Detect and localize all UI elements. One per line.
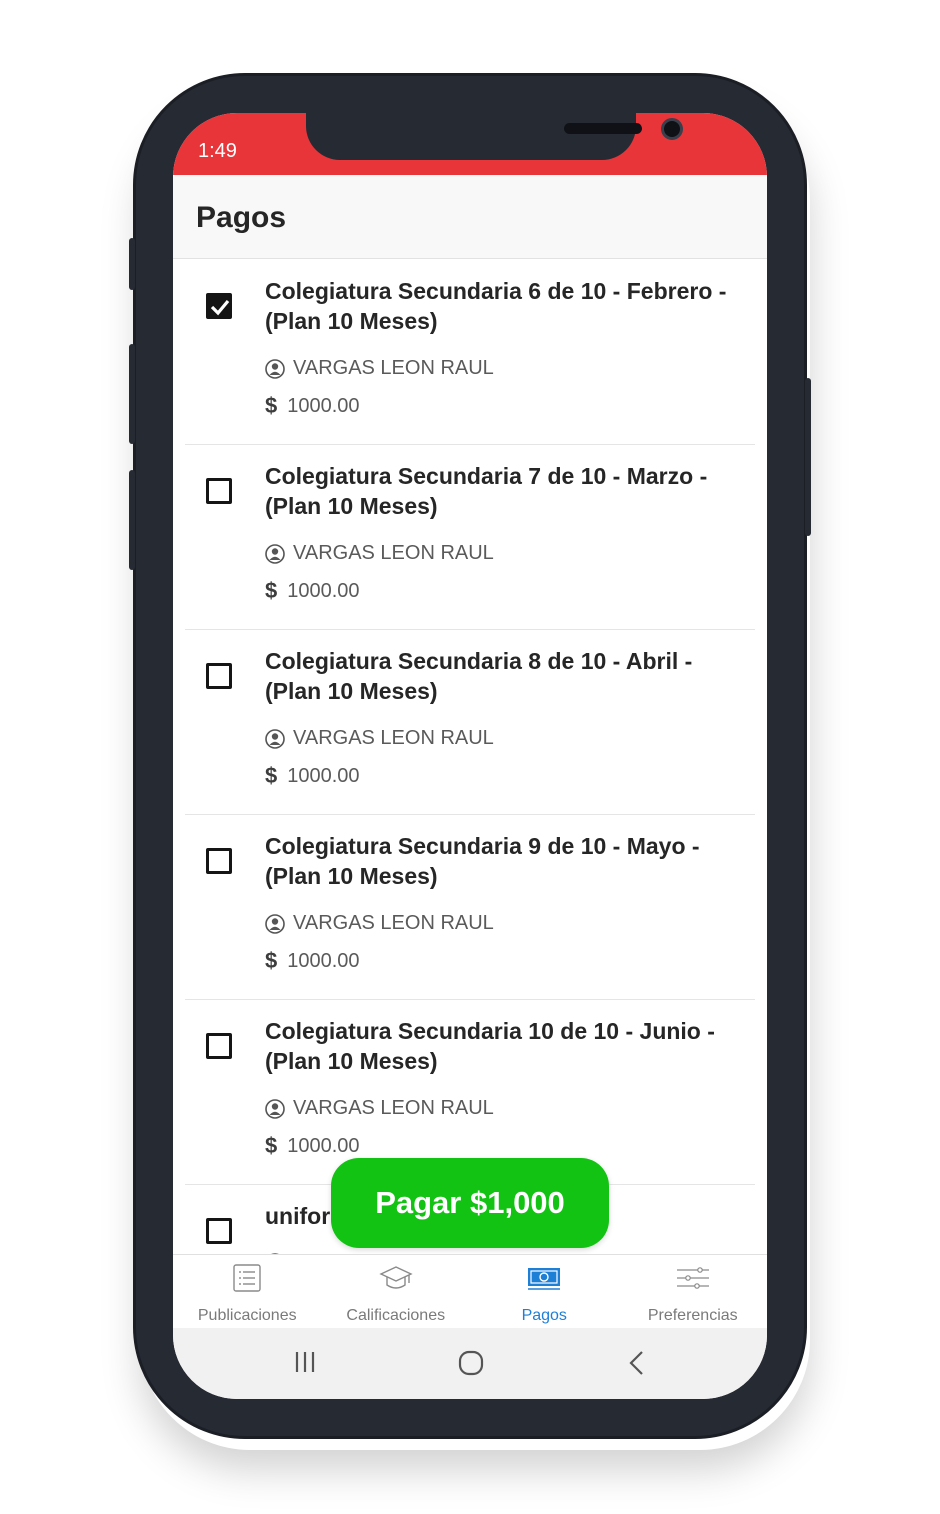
app-header: Pagos xyxy=(173,175,767,259)
speaker xyxy=(564,123,642,134)
payment-student: VARGAS LEON RAUL xyxy=(265,357,494,380)
payment-title: Colegiatura Secundaria 9 de 10 - Mayo - … xyxy=(265,833,700,889)
payments-list[interactable]: Colegiatura Secundaria 6 de 10 - Febrero… xyxy=(173,260,767,1254)
status-time: 1:49 xyxy=(198,140,237,162)
tab-label: Pagos xyxy=(521,1307,567,1324)
checkmark-icon xyxy=(210,299,230,316)
payment-amount: $ 1000.00 xyxy=(265,393,360,419)
dollar-icon: $ xyxy=(265,393,278,418)
dollar-icon: $ xyxy=(265,578,278,603)
payment-title: Colegiatura Secundaria 8 de 10 - Abril -… xyxy=(265,648,693,704)
payment-amount: $ 1000.00 xyxy=(265,948,360,974)
volume-up-button xyxy=(129,344,135,444)
payment-amount: $ 1000.00 xyxy=(265,763,360,789)
money-icon xyxy=(528,1268,561,1290)
page-title: Pagos xyxy=(196,201,287,234)
payment-checkbox[interactable] xyxy=(206,1033,232,1059)
tab-calificaciones[interactable]: Calificaciones xyxy=(322,1255,471,1328)
home-icon[interactable] xyxy=(458,1350,484,1376)
payment-student: VARGAS LEON RAUL xyxy=(265,912,494,935)
pay-button[interactable]: Pagar $1,000 xyxy=(331,1158,609,1248)
tab-label: Publicaciones xyxy=(197,1307,297,1324)
dollar-icon: $ xyxy=(265,1133,278,1158)
payment-title: Colegiatura Secundaria 10 de 10 - Junio … xyxy=(265,1018,715,1074)
tab-bar: Publicaciones Calificaciones Pagos Prefe… xyxy=(173,1254,767,1328)
tab-publicaciones[interactable]: Publicaciones xyxy=(173,1255,322,1328)
amount-value: 1000.00 xyxy=(287,764,360,787)
phone-screen: 1:49 Pagos Colegiatura Secundaria 6 de 1… xyxy=(173,113,767,1399)
payment-student: VARGAS LEON RAUL xyxy=(265,1097,494,1120)
amount-value: 1000.00 xyxy=(287,1134,360,1157)
student-name: VARGAS LEON RAUL xyxy=(293,1097,494,1119)
amount-value: 1000.00 xyxy=(287,949,360,972)
payment-amount: $ 1000.00 xyxy=(265,578,360,604)
payment-item[interactable]: Colegiatura Secundaria 9 de 10 - Mayo - … xyxy=(185,815,755,1000)
student-name: VARGAS LEON RAUL xyxy=(293,357,494,379)
payment-item[interactable]: Colegiatura Secundaria 8 de 10 - Abril -… xyxy=(185,630,755,815)
payment-title: Colegiatura Secundaria 7 de 10 - Marzo -… xyxy=(265,463,708,519)
tab-preferencias[interactable]: Preferencias xyxy=(619,1255,768,1328)
system-nav-bar xyxy=(173,1328,767,1399)
list-icon xyxy=(233,1264,261,1292)
payment-item[interactable]: Colegiatura Secundaria 7 de 10 - Marzo -… xyxy=(185,445,755,630)
payment-title: Colegiatura Secundaria 6 de 10 - Febrero… xyxy=(265,278,727,334)
sliders-icon xyxy=(676,1267,709,1289)
person-icon xyxy=(265,358,285,379)
payment-checkbox[interactable] xyxy=(206,293,232,319)
tab-pagos[interactable]: Pagos xyxy=(470,1255,619,1328)
dollar-icon: $ xyxy=(265,948,278,973)
notch xyxy=(306,113,683,160)
student-name: VARGAS LEON RAUL xyxy=(293,542,494,564)
tab-label: Calificaciones xyxy=(346,1307,446,1324)
payment-student: VARGAS LEON RAUL xyxy=(265,542,494,565)
person-icon xyxy=(265,543,285,564)
payment-checkbox[interactable] xyxy=(206,848,232,874)
amount-value: 1000.00 xyxy=(287,579,360,602)
student-name: VARGAS LEON RAUL xyxy=(293,912,494,934)
payment-checkbox[interactable] xyxy=(206,663,232,689)
volume-down-button xyxy=(129,470,135,570)
student-name: VARGAS LEON RAUL xyxy=(293,727,494,749)
graduation-cap-icon xyxy=(379,1266,413,1289)
mute-switch xyxy=(129,238,135,290)
front-camera xyxy=(661,118,683,140)
back-icon[interactable] xyxy=(627,1350,647,1376)
person-icon xyxy=(265,1098,285,1119)
dollar-icon: $ xyxy=(265,763,278,788)
tab-label: Preferencias xyxy=(647,1307,738,1324)
person-icon xyxy=(265,913,285,934)
power-button xyxy=(805,378,811,536)
person-icon xyxy=(265,728,285,749)
amount-value: 1000.00 xyxy=(287,394,360,417)
payment-item[interactable]: Colegiatura Secundaria 6 de 10 - Febrero… xyxy=(185,260,755,445)
recents-icon[interactable] xyxy=(293,1350,317,1374)
payment-checkbox[interactable] xyxy=(206,478,232,504)
payment-student: VARGAS LEON RAUL xyxy=(265,727,494,750)
payment-checkbox[interactable] xyxy=(206,1218,232,1244)
payment-amount: $ 1000.00 xyxy=(265,1133,360,1159)
